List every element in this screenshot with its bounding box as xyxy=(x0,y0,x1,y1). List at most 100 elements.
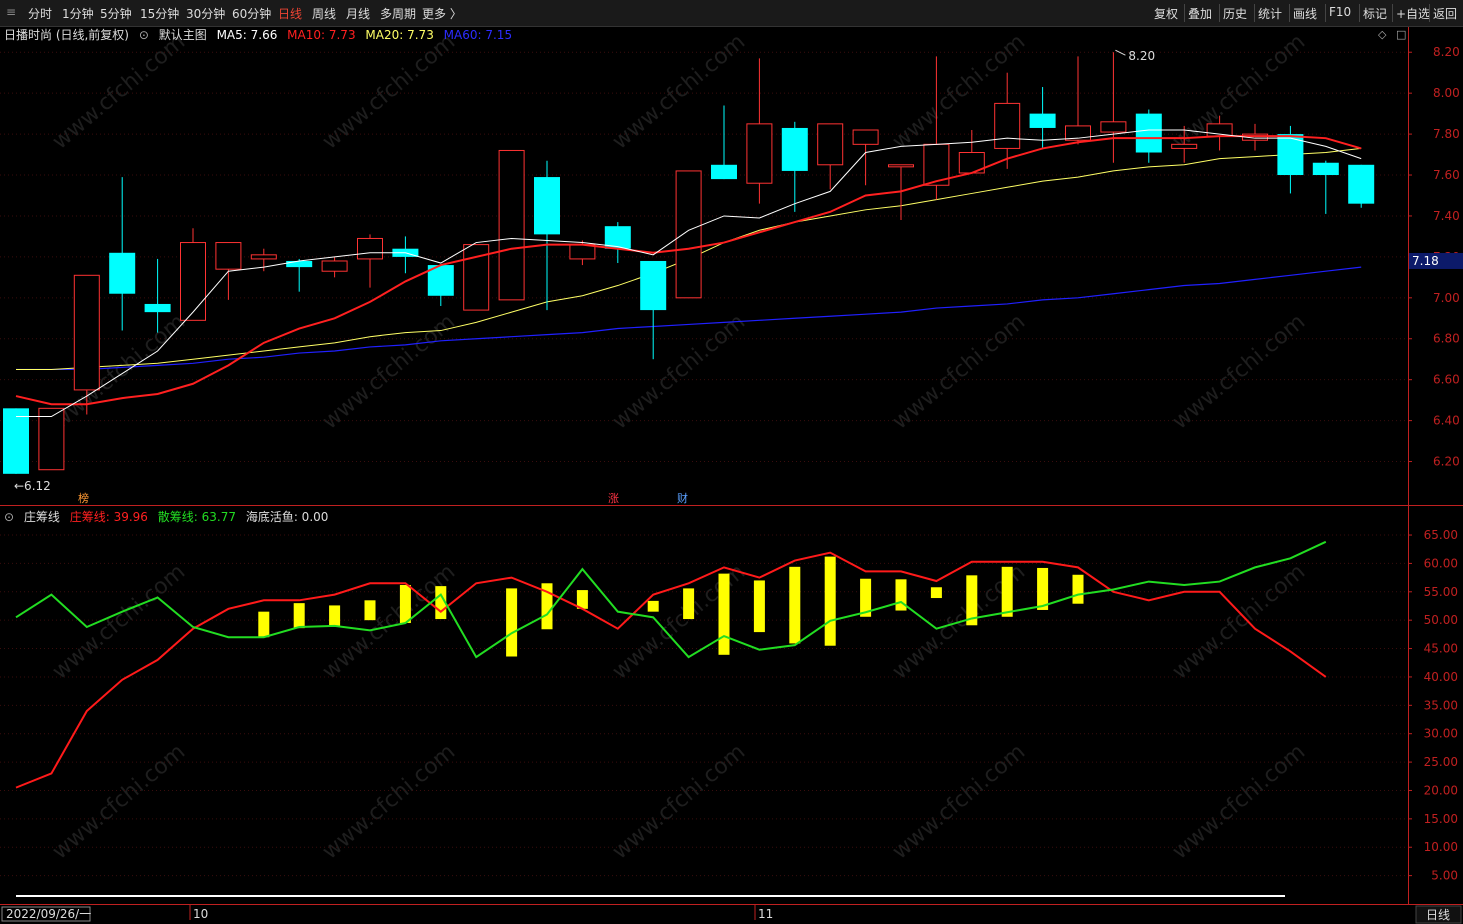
price-tick-label: 6.20 xyxy=(1433,455,1460,469)
candle-body xyxy=(180,242,206,321)
candle-body xyxy=(817,123,844,166)
candle-body xyxy=(746,123,773,184)
date-label: 2022/09/26/一 xyxy=(6,907,91,921)
candle-body xyxy=(1348,164,1375,204)
price-tick-label: 7.80 xyxy=(1433,127,1460,141)
high-label: 8.20 xyxy=(1128,49,1155,63)
price-tick-label: 7.40 xyxy=(1433,209,1460,223)
chip-bar xyxy=(930,587,942,599)
watermark-text: www.cfchi.com xyxy=(888,309,1030,434)
watermark-text: www.cfchi.com xyxy=(1168,739,1310,864)
candle-body xyxy=(781,127,808,171)
chip-bar xyxy=(789,566,801,644)
chip-bar xyxy=(364,600,376,621)
candle-body xyxy=(286,260,313,268)
chip-bar xyxy=(399,584,411,624)
month-label-10: 10 xyxy=(193,907,208,921)
chip-bar xyxy=(683,588,695,620)
zhuang-line xyxy=(15,551,1327,789)
price-tick-label: 8.20 xyxy=(1433,45,1460,59)
sub-tick-label: 20.00 xyxy=(1424,783,1458,797)
candle-body xyxy=(1312,162,1339,176)
watermark-text: www.cfchi.com xyxy=(318,739,460,864)
chip-bar xyxy=(506,588,518,657)
watermark-text: www.cfchi.com xyxy=(48,29,190,154)
sub-tick-label: 40.00 xyxy=(1424,670,1458,684)
candle-body xyxy=(569,244,596,260)
chip-bar xyxy=(753,580,765,633)
indicator-name[interactable]: 默认主图 xyxy=(159,28,207,42)
watermark-text: www.cfchi.com xyxy=(608,29,750,154)
candle-body xyxy=(144,303,171,313)
price-tick-label: 6.80 xyxy=(1433,332,1460,346)
main-legend: 日播时尚 (日线,前复权) ⊙ 默认主图 MA5: 7.66 MA10: 7.7… xyxy=(4,26,518,43)
chip-bar xyxy=(1001,566,1013,617)
zhuang-value: 庄筹线: 39.96 xyxy=(69,510,148,524)
candle-body xyxy=(1171,143,1198,149)
candle-body xyxy=(321,260,348,272)
sub-tick-label: 45.00 xyxy=(1424,642,1458,656)
watermark-text: www.cfchi.com xyxy=(318,309,460,434)
sub-tick-label: 30.00 xyxy=(1424,727,1458,741)
ma5-value: MA5: 7.66 xyxy=(216,28,278,42)
watermark-text: www.cfchi.com xyxy=(48,309,190,434)
sub-indicator-select-icon[interactable]: ⊙ xyxy=(4,510,14,524)
chart-settings-icon: ◇ xyxy=(1378,28,1387,41)
sub-legend: ⊙ 庄筹线 庄筹线: 39.96 散筹线: 63.77 海底活鱼: 0.00 xyxy=(4,508,334,525)
candle-body xyxy=(994,102,1021,149)
ma10-value: MA10: 7.73 xyxy=(287,28,356,42)
chip-bar xyxy=(1072,574,1084,604)
watermark-text: www.cfchi.com xyxy=(888,739,1030,864)
event-marker: 榜 xyxy=(78,491,89,505)
watermark-text: www.cfchi.com xyxy=(608,739,750,864)
candle-body xyxy=(109,252,136,294)
candle-body xyxy=(1100,121,1127,133)
stock-title: 日播时尚 (日线,前复权) xyxy=(4,28,129,42)
price-tick-label: 7.60 xyxy=(1433,168,1460,182)
indicator-select-icon[interactable]: ⊙ xyxy=(139,28,149,42)
candle-body xyxy=(888,164,914,168)
haidi-value: 海底活鱼: 0.00 xyxy=(245,510,329,524)
candle-body xyxy=(3,408,29,474)
price-tick-label: 8.00 xyxy=(1433,86,1460,100)
sub-tick-label: 25.00 xyxy=(1424,755,1458,769)
candle-body xyxy=(640,260,667,311)
watermark-text: www.cfchi.com xyxy=(1168,309,1310,434)
chip-bar xyxy=(824,556,836,646)
chip-bar xyxy=(718,573,730,655)
sub-tick-label: 65.00 xyxy=(1424,528,1458,542)
sub-tick-label: 15.00 xyxy=(1424,812,1458,826)
price-tick-label: 6.60 xyxy=(1433,373,1460,387)
sub-indicator-title[interactable]: 庄筹线 xyxy=(24,510,60,524)
current-price-label: 7.18 xyxy=(1412,254,1439,268)
candle-body xyxy=(852,129,879,145)
chip-bar xyxy=(647,600,659,612)
ma20-value: MA20: 7.73 xyxy=(365,28,434,42)
san-value: 散筹线: 63.77 xyxy=(157,510,236,524)
candle-body xyxy=(73,274,100,391)
sub-tick-label: 60.00 xyxy=(1424,556,1458,570)
month-label-11: 11 xyxy=(758,907,773,921)
low-label: ←6.12 xyxy=(14,479,51,493)
candle-body xyxy=(357,237,383,260)
candle-body xyxy=(250,254,277,260)
candle-body xyxy=(498,149,525,301)
event-marker: 涨 xyxy=(608,492,619,505)
candle-body xyxy=(215,242,242,270)
candle-body xyxy=(1029,113,1056,128)
sub-tick-label: 5.00 xyxy=(1431,869,1458,883)
chip-bar xyxy=(293,603,305,629)
price-tick-label: 6.40 xyxy=(1433,414,1460,428)
period-label: 日线 xyxy=(1426,908,1450,922)
event-marker: 财 xyxy=(677,491,688,505)
candle-body xyxy=(38,407,65,471)
sub-tick-label: 50.00 xyxy=(1424,613,1458,627)
sub-tick-label: 10.00 xyxy=(1424,840,1458,854)
watermark-text: www.cfchi.com xyxy=(48,739,190,864)
price-tick-label: 7.00 xyxy=(1433,291,1460,305)
chip-bar xyxy=(329,605,341,626)
sub-tick-label: 35.00 xyxy=(1424,698,1458,712)
watermark-text: www.cfchi.com xyxy=(1168,559,1310,684)
sub-tick-label: 55.00 xyxy=(1424,585,1458,599)
candle-body xyxy=(711,164,737,180)
